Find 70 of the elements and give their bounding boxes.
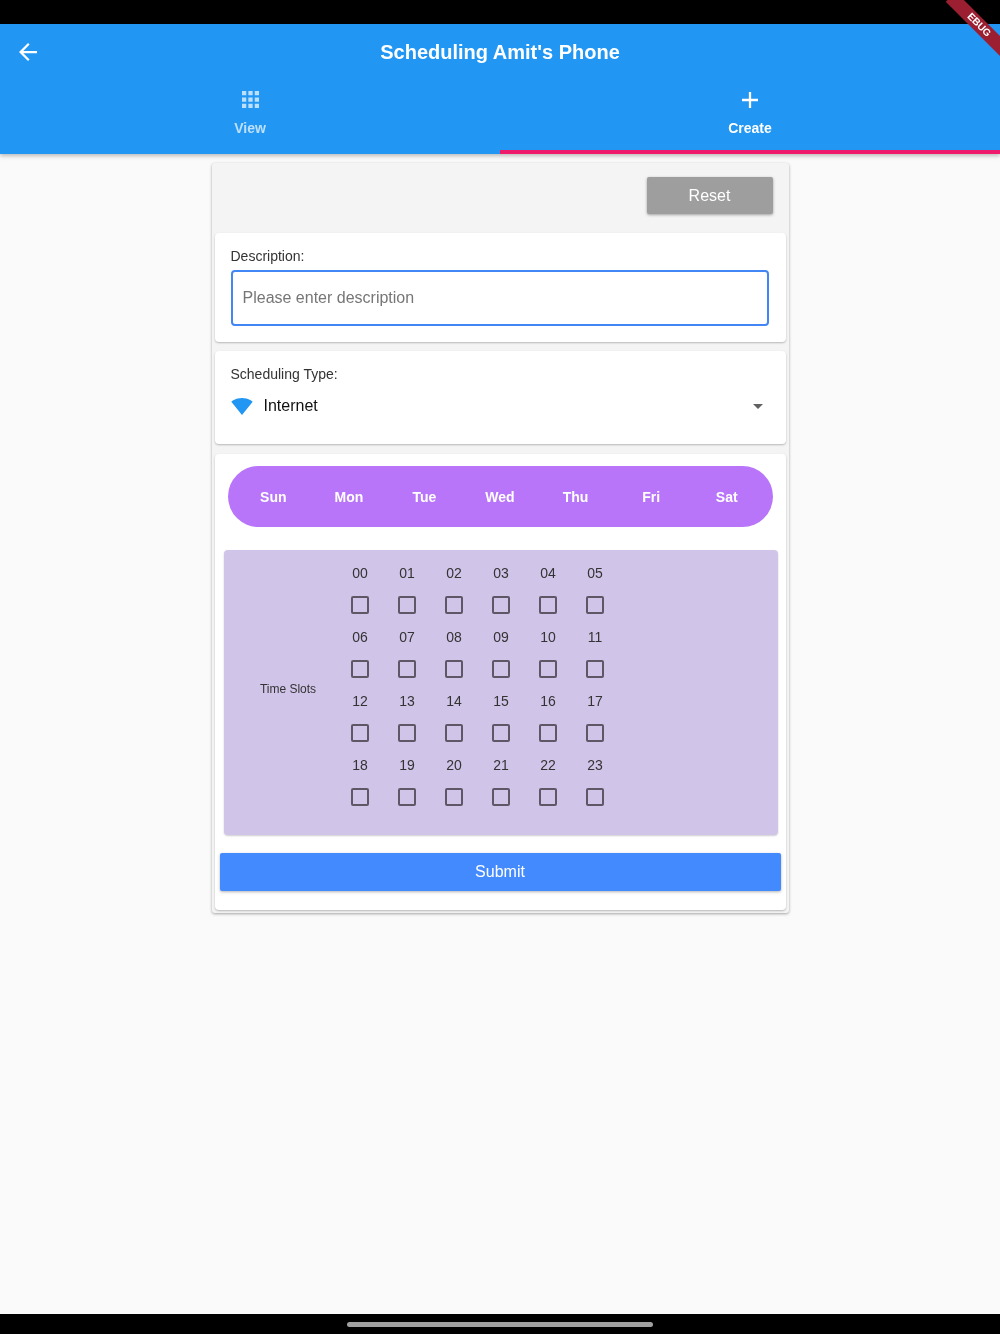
tab[interactable]: Create — [500, 80, 1000, 154]
hour-label: 22 — [540, 756, 556, 775]
checkbox[interactable] — [586, 724, 604, 742]
hour-label: 03 — [493, 564, 509, 583]
checkbox[interactable] — [539, 596, 557, 614]
checkbox[interactable] — [539, 788, 557, 806]
checkbox[interactable] — [492, 788, 510, 806]
checkbox[interactable] — [351, 660, 369, 678]
hour-label: 11 — [587, 628, 603, 647]
hour-label: 02 — [446, 564, 462, 583]
day-toggle[interactable]: Mon — [311, 472, 387, 521]
screen-title: Scheduling Amit's Phone — [380, 40, 620, 64]
checkbox[interactable] — [539, 660, 557, 678]
submit-button[interactable]: Submit — [219, 853, 781, 891]
checkbox[interactable] — [586, 660, 604, 678]
hour-label: 08 — [446, 628, 462, 647]
hour-label: 15 — [493, 692, 509, 711]
checkbox[interactable] — [492, 724, 510, 742]
checkbox[interactable] — [539, 724, 557, 742]
hour-label: 05 — [587, 564, 603, 583]
checkbox[interactable] — [398, 724, 416, 742]
day-toggle[interactable]: Sun — [235, 472, 312, 521]
checkbox[interactable] — [398, 788, 416, 806]
reset-button[interactable]: Reset — [646, 177, 773, 214]
hour-label: 18 — [352, 756, 368, 775]
hour-label: 10 — [540, 628, 556, 647]
checkbox[interactable] — [445, 724, 463, 742]
hour-label: 00 — [352, 564, 368, 583]
checkbox[interactable] — [445, 660, 463, 678]
hour-label: 23 — [587, 756, 603, 775]
scheduling-type-label: Scheduling Type: — [230, 366, 339, 383]
hour-label: 17 — [587, 692, 603, 711]
hour-label: 14 — [446, 692, 462, 711]
checkbox[interactable] — [351, 596, 369, 614]
checkbox[interactable] — [445, 788, 463, 806]
hour-label: 09 — [493, 628, 509, 647]
tab[interactable]: View — [0, 80, 500, 154]
hour-label: 16 — [540, 692, 556, 711]
hour-label: 07 — [399, 628, 415, 647]
checkbox[interactable] — [586, 596, 604, 614]
wifi-icon — [230, 397, 253, 415]
hour-label: 21 — [493, 756, 509, 775]
back-arrow-icon — [19, 43, 37, 61]
hour-label: 19 — [399, 756, 415, 775]
checkbox[interactable] — [445, 596, 463, 614]
checkbox[interactable] — [492, 660, 510, 678]
day-toggle[interactable]: Sat — [688, 472, 765, 521]
checkbox[interactable] — [398, 660, 416, 678]
checkbox[interactable] — [398, 596, 416, 614]
day-toggle[interactable]: Tue — [386, 472, 463, 521]
day-toggle[interactable]: Thu — [537, 472, 614, 521]
time-slots-label: Time Slots — [259, 682, 317, 696]
scheduling-type-dropdown[interactable]: Internet — [230, 390, 769, 422]
hour-label: 01 — [399, 564, 415, 583]
description-label: Description: — [230, 248, 306, 265]
caret-icon — [752, 403, 763, 409]
day-toggle[interactable]: Wed — [462, 472, 538, 521]
hour-label: 13 — [399, 692, 415, 711]
checkbox[interactable] — [351, 724, 369, 742]
description-input[interactable]: Please enter description — [230, 270, 769, 326]
checkbox[interactable] — [492, 596, 510, 614]
grid-icon — [241, 91, 259, 108]
hour-label: 04 — [540, 564, 556, 583]
hour-label: 06 — [352, 628, 368, 647]
day-toggle[interactable]: Fri — [613, 472, 689, 521]
hour-label: 20 — [446, 756, 462, 775]
checkbox[interactable] — [351, 788, 369, 806]
checkbox[interactable] — [586, 788, 604, 806]
plus-icon — [742, 92, 758, 108]
hour-label: 12 — [352, 692, 368, 711]
